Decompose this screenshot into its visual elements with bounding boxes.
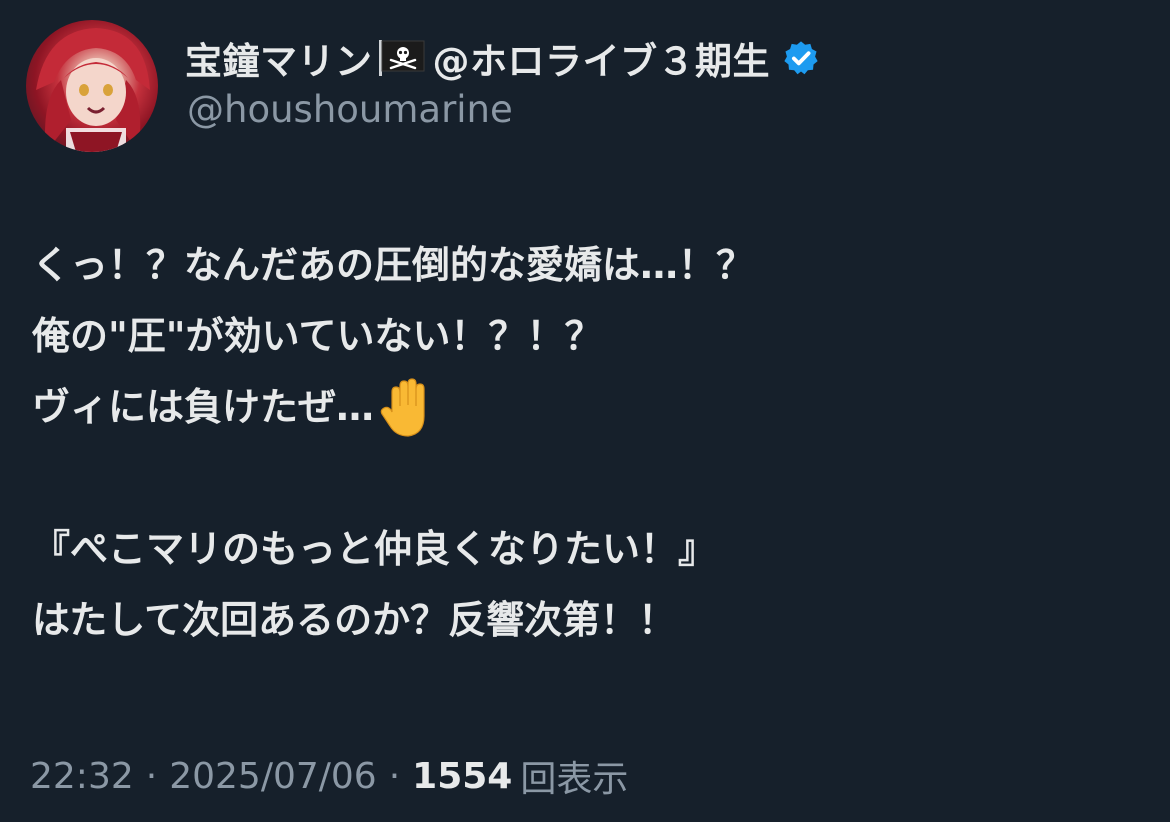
views-label: 回表示: [520, 759, 629, 800]
views-count: 1554: [412, 755, 513, 797]
tweet-line: ヴィには負けたぜ…: [32, 372, 1132, 443]
meta-separator: ·: [388, 755, 401, 797]
tweet-meta: 22:32 · 2025/07/06 · 1554 回表示: [30, 750, 628, 802]
tweet-line: 『ぺこマリのもっと仲良くなりたい！』: [32, 514, 1132, 585]
author-handle[interactable]: @houshoumarine: [187, 88, 513, 131]
raised-hand-icon: [378, 377, 436, 438]
tweet-line: はたして次回あるのか？反響次第！！: [32, 585, 1132, 656]
verified-badge-icon: [784, 41, 818, 75]
avatar-illustration: [36, 28, 150, 152]
display-name[interactable]: 宝鐘マリン: [185, 31, 373, 85]
tweet-line-text: ヴィには負けたぜ…: [32, 385, 375, 429]
tweet-text: くっ！？なんだあの圧倒的な愛嬌は…！？ 俺の"圧"が効いていない！？！？ ヴィに…: [32, 230, 1132, 656]
tweet-date[interactable]: 2025/07/06: [169, 756, 377, 797]
tweet-line-text: 俺の"圧"が効いていない！？！？: [32, 314, 603, 358]
tweet-line: くっ！？なんだあの圧倒的な愛嬌は…！？: [32, 230, 1132, 301]
tweet-line: 俺の"圧"が効いていない！？！？: [32, 301, 1132, 372]
tweet-line-text: 『ぺこマリのもっと仲良くなりたい！』: [32, 527, 717, 571]
display-name-suffix[interactable]: @ホロライブ３期生: [433, 31, 771, 85]
pirate-flag-icon: [377, 38, 429, 78]
tweet-time[interactable]: 22:32: [30, 756, 134, 797]
author-name-row[interactable]: 宝鐘マリン @ホロライブ３期生: [185, 30, 820, 86]
avatar[interactable]: [26, 20, 158, 152]
meta-separator: ·: [145, 755, 158, 797]
tweet-line-text: はたして次回あるのか？反響次第！！: [32, 598, 677, 642]
tweet-line-text: くっ！？なんだあの圧倒的な愛嬌は…！？: [32, 243, 755, 287]
